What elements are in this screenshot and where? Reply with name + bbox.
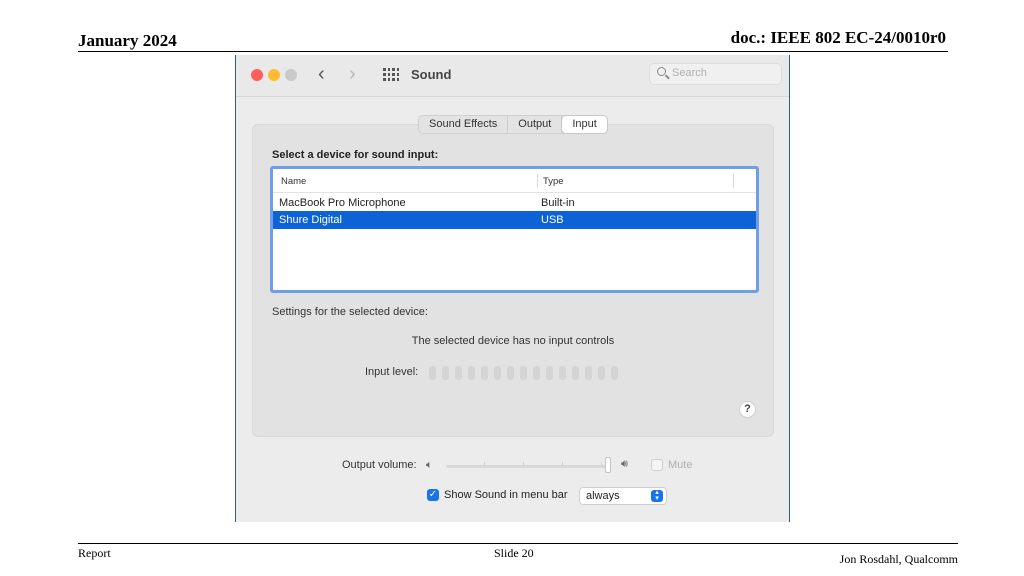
tab-output[interactable]: Output — [508, 116, 563, 133]
input-level-label: Input level: — [365, 366, 419, 378]
volume-slider-knob[interactable] — [605, 457, 611, 473]
speaker-low-icon: 🔈︎ — [426, 459, 433, 471]
footer-left: Report — [78, 546, 111, 560]
output-volume-slider[interactable] — [446, 465, 608, 468]
slider-tick — [601, 462, 602, 466]
level-segment — [533, 366, 540, 380]
settings-label: Settings for the selected device: — [272, 306, 428, 318]
device-heading: Select a device for sound input: — [272, 149, 439, 161]
slider-tick — [523, 462, 524, 466]
close-button[interactable] — [251, 69, 263, 81]
input-panel: Select a device for sound input: Name Ty… — [252, 124, 774, 437]
minimize-button[interactable] — [268, 69, 280, 81]
level-segment — [468, 366, 475, 380]
slide-doc-id: doc.: IEEE 802 EC-24/0010r0 — [730, 28, 946, 47]
table-header: Name Type — [273, 169, 756, 193]
tab-input[interactable]: Input — [562, 116, 607, 133]
column-divider — [733, 174, 734, 188]
device-table[interactable]: Name Type MacBook Pro Microphone Built-i… — [270, 166, 759, 293]
slide-number: Slide 20 — [494, 546, 534, 560]
level-segment — [611, 366, 618, 380]
level-segment — [585, 366, 592, 380]
level-segment — [559, 366, 566, 380]
level-segment — [507, 366, 514, 380]
slider-tick — [484, 462, 485, 466]
select-value: always — [586, 490, 620, 502]
show-in-menu-bar-label: Show Sound in menu bar — [444, 489, 568, 501]
level-segment — [572, 366, 579, 380]
menu-bar-visibility-select[interactable]: always ▴ ▾ — [579, 487, 667, 505]
level-segment — [494, 366, 501, 380]
show-in-menu-bar-checkbox[interactable]: ✓ — [427, 489, 439, 501]
title-bar: ‹ › Sound — [236, 55, 789, 97]
column-header-type[interactable]: Type — [543, 176, 564, 187]
speaker-high-icon: 🔊︎ — [621, 458, 628, 470]
device-name: MacBook Pro Microphone — [279, 197, 406, 209]
device-type: Built-in — [541, 197, 575, 209]
level-segment — [429, 366, 436, 380]
help-button[interactable]: ? — [739, 401, 756, 418]
tab-bar: Sound Effects Output Input — [418, 115, 608, 134]
tab-sound-effects[interactable]: Sound Effects — [419, 116, 509, 133]
search-input[interactable] — [672, 67, 772, 79]
device-name: Shure Digital — [279, 214, 342, 226]
device-type: USB — [541, 214, 564, 226]
sound-preferences-window: ‹ › Sound Sound Effects Output Input Sel… — [235, 55, 790, 522]
level-segment — [455, 366, 462, 380]
chevron-right-icon[interactable]: › — [349, 63, 356, 86]
table-row-selected[interactable]: Shure Digital USB — [273, 211, 756, 229]
no-controls-message: The selected device has no input control… — [411, 335, 615, 347]
level-segment — [442, 366, 449, 380]
output-volume-label: Output volume: — [342, 459, 417, 471]
search-icon — [657, 67, 666, 76]
mute-label: Mute — [668, 459, 693, 471]
mute-checkbox[interactable] — [651, 459, 663, 471]
level-segment — [481, 366, 488, 380]
zoom-button[interactable] — [285, 69, 297, 81]
show-all-grid-icon[interactable] — [383, 68, 399, 82]
column-divider — [537, 174, 538, 188]
window-title: Sound — [411, 67, 452, 82]
slide-date: January 2024 — [78, 31, 177, 50]
chevron-left-icon[interactable]: ‹ — [318, 63, 325, 86]
search-field[interactable] — [649, 63, 782, 85]
level-segment — [520, 366, 527, 380]
level-segment — [546, 366, 553, 380]
footer-divider — [78, 543, 958, 544]
updown-chevron-icon: ▴ ▾ — [651, 489, 663, 502]
column-header-name[interactable]: Name — [281, 176, 306, 187]
table-row[interactable]: MacBook Pro Microphone Built-in — [273, 194, 756, 212]
header-divider — [78, 51, 948, 52]
input-level-meter — [429, 366, 618, 380]
slider-tick — [562, 462, 563, 466]
footer-author: Jon Rosdahl, Qualcomm — [839, 552, 958, 566]
level-segment — [598, 366, 605, 380]
